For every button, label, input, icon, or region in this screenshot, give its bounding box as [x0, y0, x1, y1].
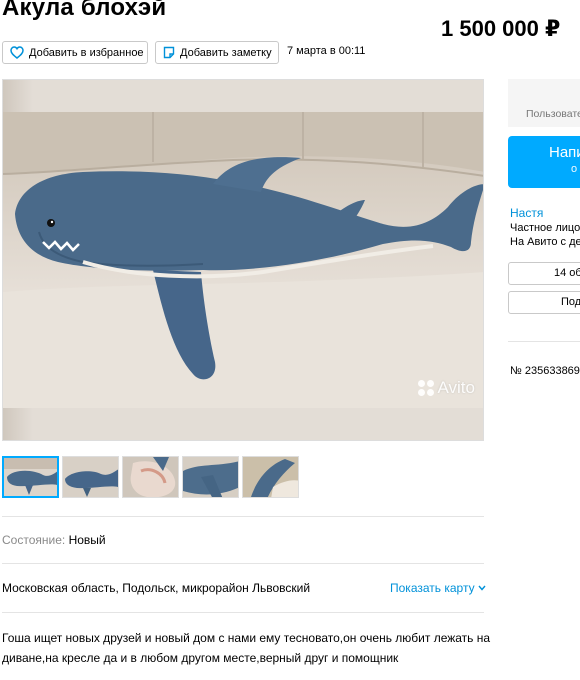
sidebar-divider — [508, 341, 580, 342]
seller-name-link[interactable]: Настя — [510, 206, 543, 220]
listing-title: Акула блохэй — [2, 0, 167, 21]
write-message-label: Напи — [549, 144, 580, 161]
favorite-label: Добавить в избранное — [29, 46, 144, 59]
description: Гоша ищет новых друзей и новый дом с нам… — [2, 631, 491, 665]
thumbnail-2[interactable] — [62, 456, 119, 498]
section-divider — [2, 516, 484, 517]
subscribe-label: Под — [561, 296, 580, 308]
show-map-link[interactable]: Показать карту — [390, 581, 486, 595]
main-photo[interactable]: Avito — [2, 79, 484, 441]
address: Московская область, Подольск, микрорайон… — [2, 581, 311, 595]
seller-type: Частное лицо — [510, 222, 580, 234]
shark-plush-image — [3, 112, 483, 408]
publish-date: 7 марта в 00:11 — [287, 45, 366, 57]
watermark-label: Avito — [437, 378, 476, 397]
heart-icon — [10, 46, 24, 59]
add-note-button[interactable]: Добавить заметку — [155, 41, 279, 64]
note-label: Добавить заметку — [180, 46, 272, 59]
add-to-favorites-button[interactable]: Добавить в избранное — [2, 41, 148, 64]
condition-row: Состояние: Новый — [2, 533, 106, 547]
avito-watermark: Avito — [417, 378, 476, 398]
condition-value: Новый — [68, 533, 106, 547]
ad-number: № 2356338692 — [510, 365, 580, 377]
write-message-sublabel: о — [571, 163, 578, 175]
thumbnail-1[interactable] — [2, 456, 59, 498]
thumbnail-4[interactable] — [182, 456, 239, 498]
seller-since: На Авито с дек — [510, 236, 580, 248]
seller-ads-button[interactable]: 14 об — [508, 262, 580, 285]
subscribe-button[interactable]: Под — [508, 291, 580, 314]
section-divider — [2, 612, 484, 613]
chevron-down-icon — [478, 585, 486, 591]
thumbnail-3[interactable] — [122, 456, 179, 498]
thumbnail-5[interactable] — [242, 456, 299, 498]
note-icon — [163, 46, 175, 59]
sidebar-user-label: Пользовате — [526, 108, 580, 120]
listing-price: 1 500 000 ₽ — [441, 16, 561, 41]
section-divider — [2, 563, 484, 564]
write-message-button[interactable]: Напи о — [508, 136, 580, 188]
seller-ads-label: 14 об — [554, 267, 580, 279]
condition-label: Состояние: — [2, 533, 66, 547]
thumbnail-strip — [2, 456, 299, 498]
avito-logo-icon — [417, 380, 434, 396]
show-map-label: Показать карту — [390, 581, 475, 595]
photo-image: Avito — [3, 112, 483, 408]
